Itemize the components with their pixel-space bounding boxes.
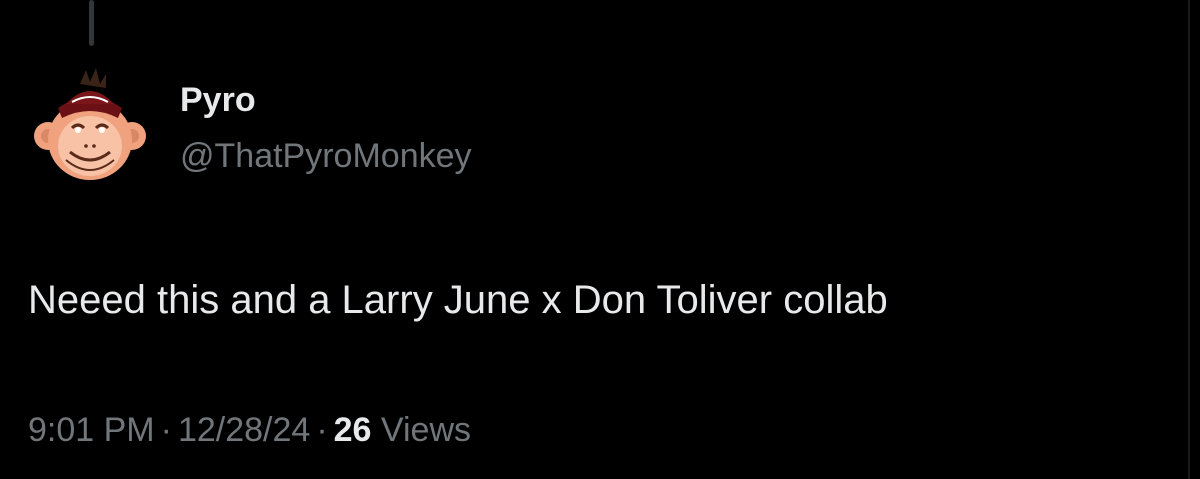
scroll-edge [1188, 0, 1190, 479]
views-count[interactable]: 26 [334, 411, 372, 449]
tweet-time[interactable]: 9:01 PM [28, 411, 155, 449]
author-display-name[interactable]: Pyro [180, 80, 256, 120]
author-handle[interactable]: @ThatPyroMonkey [180, 136, 472, 176]
thread-connector-line [89, 0, 94, 46]
tweet-body: Neeed this and a Larry June x Don Tolive… [28, 278, 888, 322]
views-label[interactable]: Views [381, 411, 471, 449]
tweet-meta: 9:01 PM · 12/28/24 · 26 Views [28, 408, 471, 452]
meta-separator: · [160, 411, 172, 449]
tweet-detail: Pyro @ThatPyroMonkey Neeed this and a La… [0, 0, 1200, 479]
meta-separator: · [316, 411, 328, 449]
monkey-avatar-icon [34, 68, 146, 180]
author-avatar[interactable] [26, 64, 154, 192]
tweet-date[interactable]: 12/28/24 [178, 411, 310, 449]
